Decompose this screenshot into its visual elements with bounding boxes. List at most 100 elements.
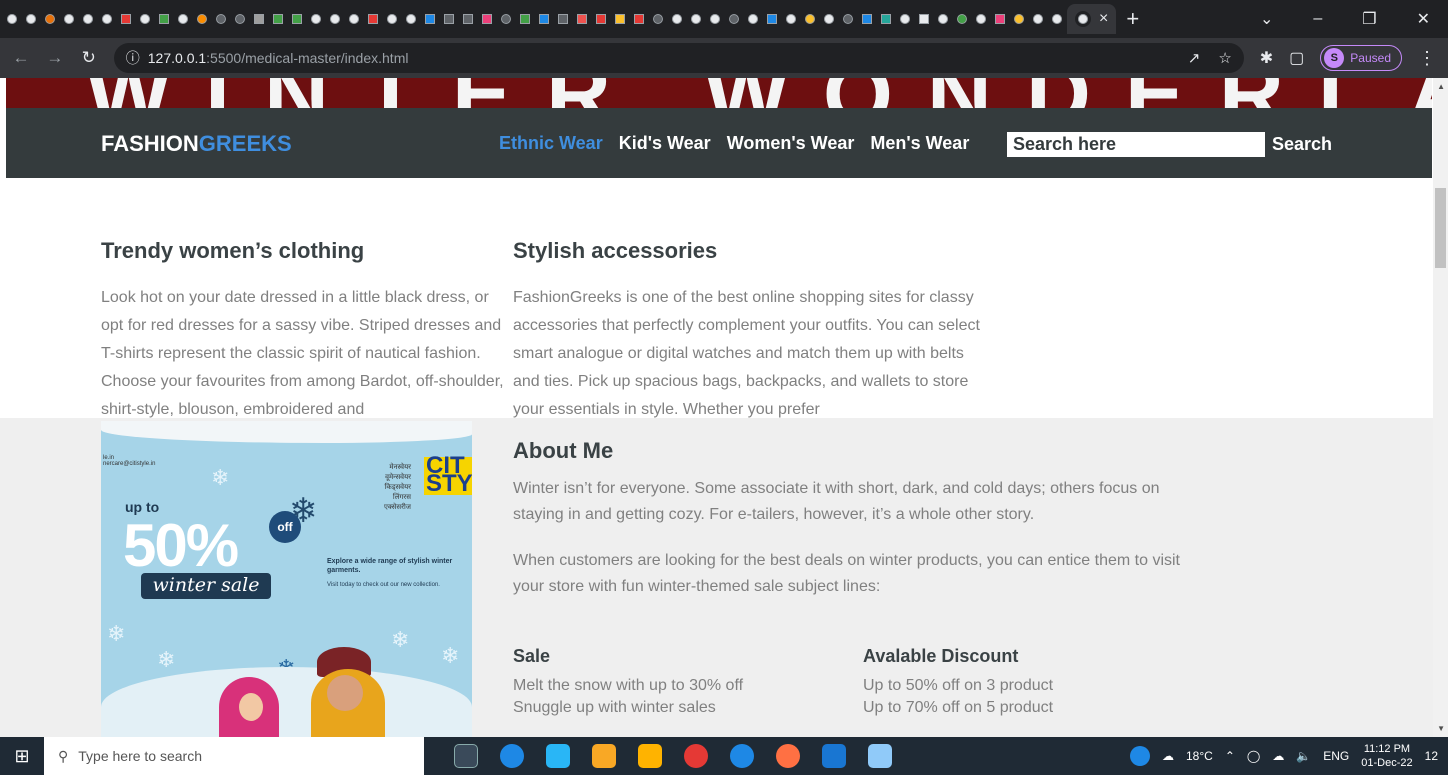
edge-icon[interactable] xyxy=(500,744,524,768)
share-icon[interactable]: ↗ xyxy=(1188,49,1201,67)
tab-favicon-icon[interactable] xyxy=(631,11,647,27)
nav-womens-wear[interactable]: Women's Wear xyxy=(727,133,855,154)
windows-start-icon[interactable]: ⊞ xyxy=(0,746,44,767)
help-icon[interactable] xyxy=(1130,746,1150,766)
weather-icon[interactable]: ☁ xyxy=(1162,749,1174,763)
chrome-icon[interactable] xyxy=(684,744,708,768)
taskbar-search[interactable]: ⚲ Type here to search xyxy=(44,737,424,775)
profile-button[interactable]: S Paused xyxy=(1320,45,1402,71)
tab-favicon-icon[interactable] xyxy=(232,11,248,27)
tab-favicon-icon[interactable] xyxy=(1049,11,1065,27)
tab-favicon-icon[interactable] xyxy=(23,11,39,27)
tab-search-chevron-icon[interactable]: ⌄ xyxy=(1260,9,1273,29)
nav-kids-wear[interactable]: Kid's Wear xyxy=(619,133,711,154)
extensions-icon[interactable]: ✱ xyxy=(1260,48,1273,68)
back-icon[interactable]: ← xyxy=(12,48,30,68)
tab-favicon-icon[interactable] xyxy=(935,11,951,27)
tab-favicon-icon[interactable] xyxy=(460,11,476,27)
tab-favicon-icon[interactable] xyxy=(821,11,837,27)
nav-ethnic-wear[interactable]: Ethnic Wear xyxy=(499,133,603,154)
tab-favicon-icon[interactable] xyxy=(498,11,514,27)
temperature[interactable]: 18°C xyxy=(1186,749,1213,763)
app-s-icon[interactable] xyxy=(776,744,800,768)
active-tab[interactable]: × xyxy=(1067,4,1117,34)
clock[interactable]: 11:12 PM 01-Dec-22 xyxy=(1361,742,1412,770)
tab-favicon-icon[interactable] xyxy=(859,11,875,27)
tab-favicon-icon[interactable] xyxy=(783,11,799,27)
site-info-icon[interactable]: ⓘ xyxy=(126,48,140,68)
tab-favicon-icon[interactable] xyxy=(954,11,970,27)
forward-icon[interactable]: → xyxy=(46,48,64,68)
tab-favicon-icon[interactable] xyxy=(4,11,20,27)
onedrive-icon[interactable]: ☁ xyxy=(1272,749,1284,763)
notification-count[interactable]: 12 xyxy=(1425,749,1438,763)
tab-favicon-icon[interactable] xyxy=(973,11,989,27)
close-window-icon[interactable]: ✕ xyxy=(1417,9,1430,29)
side-panel-icon[interactable]: ▢ xyxy=(1289,48,1304,68)
tab-favicon-icon[interactable] xyxy=(897,11,913,27)
tab-favicon-icon[interactable] xyxy=(517,11,533,27)
tab-favicon-icon[interactable] xyxy=(384,11,400,27)
scroll-up-icon[interactable]: ▲ xyxy=(1437,82,1445,91)
tab-favicon-icon[interactable] xyxy=(688,11,704,27)
scroll-down-icon[interactable]: ▼ xyxy=(1437,724,1445,733)
tab-favicon-icon[interactable] xyxy=(612,11,628,27)
tab-favicon-icon[interactable] xyxy=(270,11,286,27)
tab-favicon-icon[interactable] xyxy=(574,11,590,27)
tab-favicon-icon[interactable] xyxy=(555,11,571,27)
volume-icon[interactable]: 🔈 xyxy=(1296,749,1311,763)
tab-favicon-icon[interactable] xyxy=(726,11,742,27)
tab-close-icon[interactable]: × xyxy=(1099,10,1108,28)
search-input[interactable] xyxy=(1007,132,1265,157)
mail-icon[interactable] xyxy=(546,744,570,768)
search-button[interactable]: Search xyxy=(1272,134,1332,155)
site-logo[interactable]: FASHIONGREEKS xyxy=(101,131,292,157)
tab-favicon-icon[interactable] xyxy=(536,11,552,27)
tab-favicon-icon[interactable] xyxy=(992,11,1008,27)
menu-kebab-icon[interactable]: ⋮ xyxy=(1418,48,1436,69)
file-explorer-icon[interactable] xyxy=(592,744,616,768)
nav-mens-wear[interactable]: Men's Wear xyxy=(870,133,969,154)
new-tab-button[interactable]: + xyxy=(1126,6,1139,32)
restore-icon[interactable]: ❐ xyxy=(1362,9,1376,29)
tab-favicon-icon[interactable] xyxy=(194,11,210,27)
tab-favicon-icon[interactable] xyxy=(669,11,685,27)
tab-favicon-icon[interactable] xyxy=(441,11,457,27)
tab-favicon-icon[interactable] xyxy=(1011,11,1027,27)
bookmark-star-icon[interactable]: ☆ xyxy=(1218,49,1231,67)
tab-favicon-icon[interactable] xyxy=(802,11,818,27)
tab-favicon-icon[interactable] xyxy=(365,11,381,27)
tab-favicon-icon[interactable] xyxy=(327,11,343,27)
tab-favicon-icon[interactable] xyxy=(707,11,723,27)
tab-favicon-icon[interactable] xyxy=(1030,11,1046,27)
tab-favicon-icon[interactable] xyxy=(118,11,134,27)
tab-favicon-icon[interactable] xyxy=(42,11,58,27)
tab-favicon-icon[interactable] xyxy=(346,11,362,27)
tray-chevron-icon[interactable]: ⌃ xyxy=(1225,749,1235,763)
tab-favicon-icon[interactable] xyxy=(213,11,229,27)
tab-favicon-icon[interactable] xyxy=(745,11,761,27)
tab-favicon-icon[interactable] xyxy=(175,11,191,27)
network-icon[interactable]: ◯ xyxy=(1247,749,1260,763)
tab-favicon-icon[interactable] xyxy=(156,11,172,27)
tab-favicon-icon[interactable] xyxy=(878,11,894,27)
language[interactable]: ENG xyxy=(1323,749,1349,763)
tab-favicon-icon[interactable] xyxy=(916,11,932,27)
tab-favicon-icon[interactable] xyxy=(289,11,305,27)
tab-favicon-icon[interactable] xyxy=(764,11,780,27)
tab-favicon-icon[interactable] xyxy=(840,11,856,27)
vscode-icon[interactable] xyxy=(822,744,846,768)
reload-icon[interactable]: ↻ xyxy=(80,48,98,68)
task-view-icon[interactable] xyxy=(454,744,478,768)
tab-favicon-icon[interactable] xyxy=(61,11,77,27)
scroll-thumb[interactable] xyxy=(1435,188,1446,268)
tab-favicon-icon[interactable] xyxy=(251,11,267,27)
tab-favicon-icon[interactable] xyxy=(403,11,419,27)
app-c-icon[interactable] xyxy=(730,744,754,768)
tab-favicon-icon[interactable] xyxy=(308,11,324,27)
tab-favicon-icon[interactable] xyxy=(137,11,153,27)
page-scrollbar[interactable]: ▲ ▼ xyxy=(1433,78,1448,737)
minimize-icon[interactable]: – xyxy=(1313,10,1322,28)
tab-favicon-icon[interactable] xyxy=(650,11,666,27)
tab-favicon-icon[interactable] xyxy=(99,11,115,27)
